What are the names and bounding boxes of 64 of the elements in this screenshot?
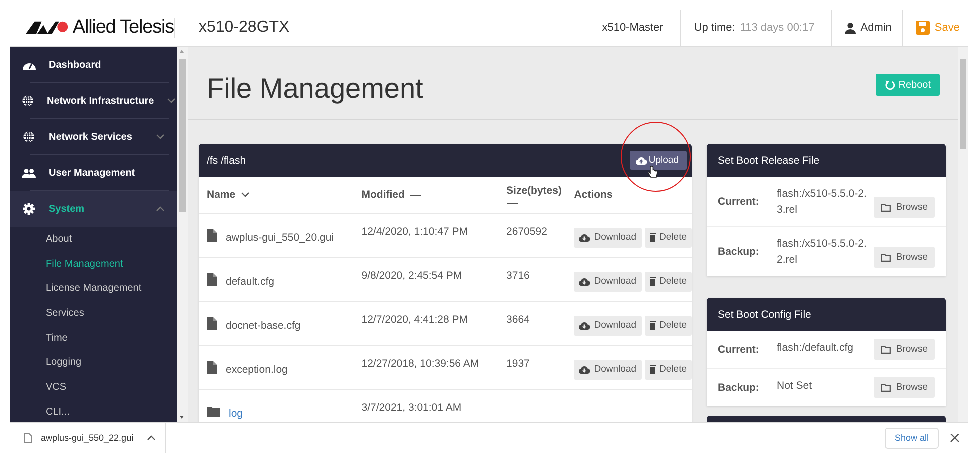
file-size: 3716 xyxy=(506,270,531,282)
field-value: flash:/x510-5.5.0-2.2.rel xyxy=(777,237,868,268)
browse-button[interactable]: Browse xyxy=(874,197,935,218)
stack-name: x510-Master xyxy=(602,22,664,34)
device-name: x510-28GTX xyxy=(199,19,290,37)
sidebar-item[interactable]: Network Services xyxy=(10,119,177,155)
file-size: 3664 xyxy=(506,314,531,326)
download-button[interactable]: Download xyxy=(574,272,642,292)
modified-date: 3/7/2021, 3:01:01 AM xyxy=(362,402,463,414)
download-button[interactable]: Download xyxy=(574,360,642,380)
panel-title: Set Boot Release File xyxy=(718,154,820,166)
uptime-label: Up time: xyxy=(694,22,736,34)
sidebar-item[interactable]: Network Infrastructure xyxy=(10,83,177,119)
modified-date: 9/8/2020, 2:45:54 PM xyxy=(362,270,464,282)
modified-date: 12/27/2018, 10:39:56 AM xyxy=(362,358,480,370)
panel-title: /fs /flash xyxy=(207,154,246,166)
file-name: default.cfg xyxy=(226,274,274,288)
submenu-item[interactable]: Time xyxy=(10,326,177,350)
submenu-item[interactable]: Logging xyxy=(10,350,177,376)
column-header[interactable]: Actions xyxy=(574,189,613,201)
field-label: Current: xyxy=(718,196,760,208)
browse-button[interactable]: Browse xyxy=(874,377,935,398)
column-header[interactable]: Modified xyxy=(362,189,405,201)
modified-date: 12/4/2020, 1:10:47 PM xyxy=(362,226,469,238)
brand-name: Allied Telesis xyxy=(72,17,174,39)
file-name: docnet-base.cfg xyxy=(226,318,301,332)
submenu-item[interactable]: About xyxy=(10,227,177,252)
user-menu[interactable]: Admin xyxy=(860,22,892,34)
download-file-name[interactable]: awplus-gui_550_22.gui xyxy=(41,433,134,443)
submenu-item[interactable]: CLI... xyxy=(10,400,177,422)
file-size: 1937 xyxy=(506,358,531,370)
submenu-item[interactable]: File Management xyxy=(10,252,177,276)
submenu-item[interactable]: Services xyxy=(10,301,177,326)
field-label: Backup: xyxy=(718,382,760,394)
field-label: Backup: xyxy=(718,246,760,258)
submenu-item[interactable]: VCS xyxy=(10,375,177,400)
column-header[interactable]: Name xyxy=(207,189,236,201)
panel-title: Set Boot Config File xyxy=(718,308,812,320)
submenu-item[interactable]: License Management xyxy=(10,276,177,302)
modified-date: 12/7/2020, 4:41:28 PM xyxy=(362,314,469,326)
browse-button[interactable]: Browse xyxy=(874,339,935,360)
file-name: exception.log xyxy=(226,362,288,376)
uptime-value: 113 days 00:17 xyxy=(740,22,815,34)
delete-button[interactable]: Delete xyxy=(644,316,692,336)
file-name: awplus-gui_550_20.gui xyxy=(226,230,334,244)
sidebar-item[interactable]: Dashboard xyxy=(10,47,177,83)
field-value: Not Set xyxy=(777,379,814,394)
delete-button[interactable]: Delete xyxy=(644,360,692,380)
field-value: flash:/x510-5.5.0-2.3.rel xyxy=(777,187,868,218)
delete-button[interactable]: Delete xyxy=(644,228,692,248)
upload-button[interactable]: Upload xyxy=(630,151,687,170)
sidebar-item[interactable]: User Management xyxy=(10,155,177,191)
column-header[interactable]: Size(bytes) xyxy=(506,185,562,197)
download-button[interactable]: Download xyxy=(574,316,642,336)
field-value: flash:/default.cfg xyxy=(777,341,854,356)
file-size: 2670592 xyxy=(506,226,548,238)
browse-button[interactable]: Browse xyxy=(874,247,935,268)
page-title: File Management xyxy=(207,72,424,105)
delete-button[interactable]: Delete xyxy=(644,272,692,292)
show-all-button[interactable]: Show all xyxy=(884,428,939,448)
folder-link[interactable]: log xyxy=(229,404,244,420)
field-label: Current: xyxy=(718,344,760,356)
download-button[interactable]: Download xyxy=(574,228,642,248)
sidebar-item[interactable]: System xyxy=(10,191,177,227)
